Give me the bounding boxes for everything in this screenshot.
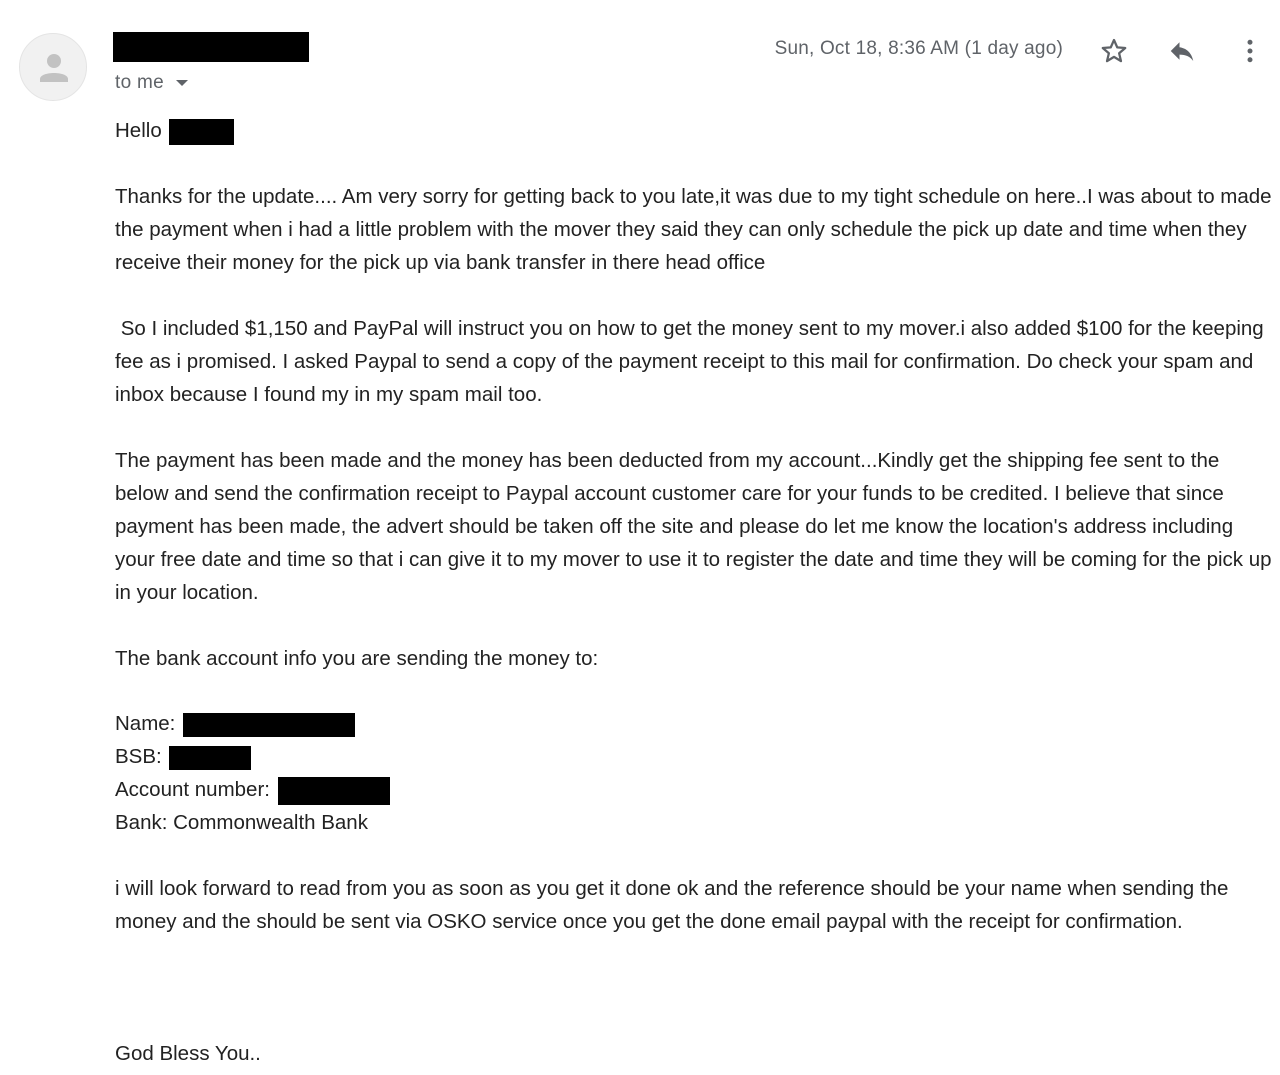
- closing-paragraph: i will look forward to read from you as …: [115, 877, 1229, 933]
- bank-name-line: Name:: [115, 707, 356, 740]
- star-icon: [1101, 38, 1127, 63]
- sender-name-redaction: [113, 32, 309, 62]
- bsb-label: BSB:: [115, 745, 162, 768]
- greeting-line: Hello: [115, 114, 235, 147]
- recipient-name-redaction: [169, 118, 235, 145]
- body-paragraph-1: Thanks for the update.... Am very sorry …: [115, 185, 1272, 274]
- signoff-text: God Bless You..: [115, 1042, 261, 1065]
- reply-icon: [1170, 42, 1194, 61]
- account-number-line: Account number:: [115, 773, 390, 806]
- recipient-label: to me: [115, 72, 165, 93]
- more-options-button[interactable]: [1233, 34, 1267, 68]
- more-vert-icon: [1247, 39, 1253, 63]
- account-number-redaction: [277, 776, 390, 805]
- recipient-details-toggle[interactable]: to me: [115, 72, 189, 94]
- body-paragraph-3: The payment has been made and the money …: [115, 449, 1272, 604]
- body-paragraph-4: The bank account info you are sending th…: [115, 647, 599, 670]
- chevron-down-icon[interactable]: [176, 80, 189, 86]
- bank-line: Bank: Commonwealth Bank: [115, 811, 368, 834]
- sender-avatar[interactable]: [19, 33, 87, 101]
- greeting-text: Hello: [115, 119, 162, 142]
- bsb-redaction: [169, 745, 252, 770]
- bsb-line: BSB:: [115, 740, 252, 773]
- body-paragraph-2: So I included $1,150 and PayPal will ins…: [115, 317, 1264, 406]
- message-date: Sun, Oct 18, 8:36 AM (1 day ago): [774, 38, 1063, 59]
- bank-name-label: Name:: [115, 712, 176, 735]
- star-button[interactable]: [1097, 34, 1131, 68]
- person-icon: [40, 54, 68, 82]
- reply-button[interactable]: [1165, 34, 1199, 68]
- account-number-label: Account number:: [115, 778, 270, 801]
- account-name-redaction: [183, 712, 356, 737]
